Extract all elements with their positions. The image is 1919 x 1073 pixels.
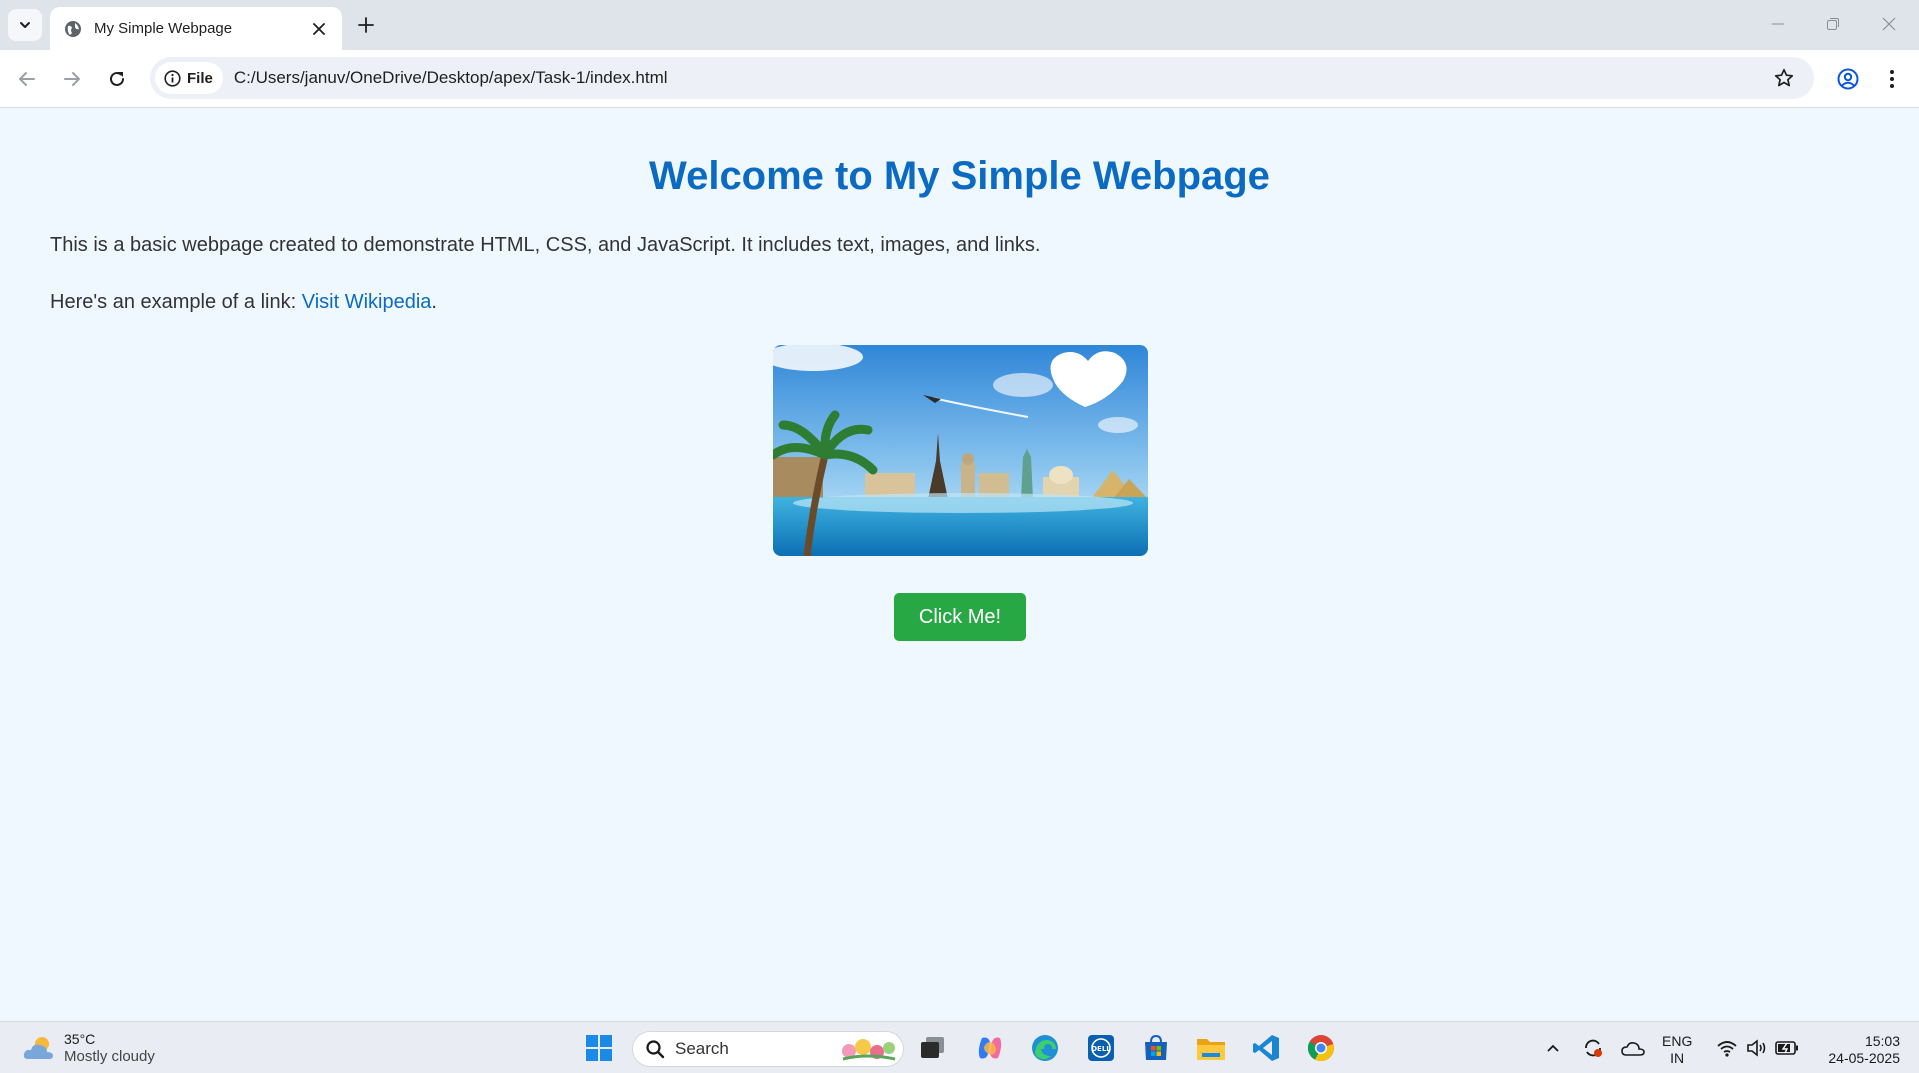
tab-title: My Simple Webpage [94,20,233,37]
region-code: IN [1670,1050,1685,1066]
taskbar-search[interactable]: Search [632,1031,904,1067]
search-icon [645,1039,665,1059]
chevron-down-icon [18,18,32,32]
active-tab[interactable]: My Simple Webpage [50,7,342,50]
close-tab-icon[interactable] [308,18,330,40]
vscode-icon[interactable] [1248,1030,1284,1066]
link-suffix: . [431,291,437,313]
onedrive-icon[interactable] [1620,1036,1646,1060]
site-info-label: File [187,69,213,87]
more-vertical-icon [1889,69,1895,89]
link-prefix: Here's an example of a link: [50,291,302,313]
minimize-icon [1771,17,1785,31]
wikipedia-link[interactable]: Visit Wikipedia [302,291,432,313]
cloudy-weather-icon [22,1033,56,1063]
file-explorer-icon[interactable] [1193,1030,1229,1066]
show-hidden-icons-chevron-icon[interactable] [1542,1038,1564,1058]
address-bar[interactable]: File C:/Users/januv/OneDrive/Desktop/ape… [150,57,1814,99]
travel-landmarks-image [773,345,1148,556]
browser-menu-button[interactable] [1875,62,1909,96]
weather-widget[interactable]: 35°C Mostly cloudy [22,1030,155,1066]
site-info-chip[interactable]: File [155,62,223,94]
page-content: Welcome to My Simple Webpage This is a b… [0,109,1919,1021]
info-icon [164,69,181,87]
bookmark-star-icon[interactable] [1772,66,1796,90]
sync-icon[interactable] [1580,1035,1606,1061]
weather-description: Mostly cloudy [64,1048,155,1065]
flowers-illustration-icon [837,1035,897,1063]
intro-paragraph: This is a basic webpage created to demon… [50,234,1041,256]
page-title: Welcome to My Simple Webpage [649,154,1270,198]
browser-toolbar: File C:/Users/januv/OneDrive/Desktop/ape… [0,50,1919,108]
clock-date: 24-05-2025 [1828,1050,1900,1066]
minimize-button[interactable] [1756,8,1800,40]
tab-search-button[interactable] [8,9,42,41]
url-text[interactable]: C:/Users/januv/OneDrive/Desktop/apex/Tas… [234,68,668,88]
reload-icon [108,70,126,88]
battery-charging-icon[interactable] [1774,1036,1800,1060]
edge-icon[interactable] [1027,1030,1063,1066]
weather-temperature: 35°C [64,1031,96,1047]
back-button[interactable] [10,62,44,96]
system-clock[interactable]: 15:03 24-05-2025 [1815,1033,1900,1067]
language-code: ENG [1662,1033,1693,1049]
dell-icon[interactable]: DELL [1083,1030,1119,1066]
store-icon[interactable] [1138,1030,1174,1066]
task-view-icon[interactable] [915,1030,951,1066]
plus-icon [358,17,374,33]
input-language[interactable]: ENG IN [1662,1033,1692,1067]
profile-icon [1837,68,1859,90]
reload-button[interactable] [100,62,134,96]
copilot-icon[interactable] [972,1030,1008,1066]
browser-tab-strip: My Simple Webpage [0,0,1919,50]
windows-taskbar: 35°C Mostly cloudy Search DELL ENG IN 15… [0,1021,1919,1073]
wifi-icon[interactable] [1714,1036,1740,1060]
close-window-button[interactable] [1867,8,1911,40]
svg-text:DELL: DELL [1091,1045,1111,1053]
forward-button[interactable] [55,62,89,96]
arrow-left-icon [18,70,36,88]
volume-icon[interactable] [1744,1036,1770,1060]
search-label: Search [675,1039,729,1058]
close-icon [1882,17,1896,31]
globe-icon [64,20,82,38]
clock-time: 15:03 [1864,1033,1900,1049]
arrow-right-icon [63,70,81,88]
profile-button[interactable] [1831,62,1865,96]
restore-button[interactable] [1811,8,1855,40]
new-tab-button[interactable] [352,11,380,39]
start-icon[interactable] [581,1030,617,1066]
restore-icon [1826,17,1840,31]
link-paragraph: Here's an example of a link: Visit Wikip… [50,291,437,314]
chrome-icon[interactable] [1303,1030,1339,1066]
click-me-button[interactable]: Click Me! [894,593,1026,641]
